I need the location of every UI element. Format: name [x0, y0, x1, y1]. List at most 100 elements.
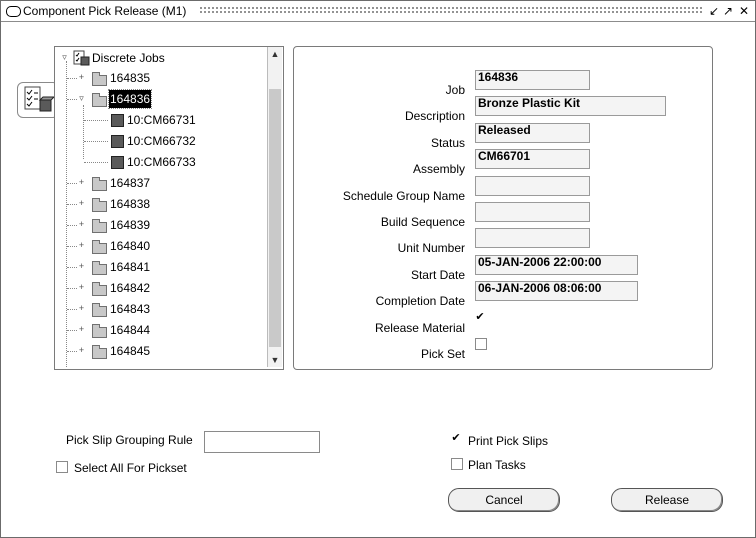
folder-icon	[92, 219, 107, 233]
plan-tasks-checkbox[interactable]	[451, 458, 463, 470]
select-all-checkbox[interactable]	[56, 461, 68, 473]
folder-icon	[92, 72, 107, 86]
cube-icon	[111, 114, 124, 127]
release-material-label: Release Material	[374, 321, 465, 335]
start-date-field[interactable]: 05-JAN-2006 22:00:00	[475, 255, 638, 275]
status-field[interactable]: Released	[475, 123, 590, 143]
expand-icon[interactable]: +	[78, 283, 85, 292]
minimize-icon[interactable]: ↙	[709, 4, 719, 18]
tree-item-label: 164843	[110, 302, 151, 316]
job-label: Job	[445, 83, 465, 97]
tree-item-label: 164840	[110, 239, 151, 253]
schedule-group-field[interactable]	[475, 176, 590, 196]
tree-item-164838[interactable]: + 164838	[55, 195, 275, 213]
tree-item-label-selected: 164836	[107, 89, 153, 109]
completion-date-label: Completion Date	[375, 294, 465, 308]
scroll-down-icon[interactable]: ▼	[268, 353, 282, 367]
description-label: Description	[404, 109, 465, 123]
tree-connector	[67, 78, 77, 79]
tree-connector	[84, 141, 108, 142]
expand-icon[interactable]: +	[78, 304, 85, 313]
folder-icon	[92, 240, 107, 254]
expand-icon[interactable]: +	[78, 262, 85, 271]
tree-item-164845[interactable]: + 164845	[55, 342, 275, 360]
tree-item-label: 164842	[110, 281, 151, 295]
expand-icon[interactable]: +	[78, 241, 85, 250]
pick-set-checkbox[interactable]	[475, 338, 487, 350]
print-pick-slips-label[interactable]: Print Pick Slips	[468, 434, 548, 448]
release-material-checkbox[interactable]: ✔	[475, 312, 485, 323]
cancel-button[interactable]: Cancel	[448, 488, 560, 512]
scroll-up-icon[interactable]: ▲	[268, 47, 282, 61]
tree-connector	[67, 99, 77, 100]
tree-item-10-cm66732[interactable]: 10:CM66732	[55, 132, 275, 150]
expand-icon[interactable]: +	[78, 346, 85, 355]
tree-item-164836[interactable]: ▿ 164836	[55, 89, 275, 109]
tree-item-164842[interactable]: + 164842	[55, 279, 275, 297]
scroll-thumb[interactable]	[269, 89, 281, 347]
tree-connector	[67, 309, 77, 310]
tree-item-164839[interactable]: + 164839	[55, 216, 275, 234]
folder-icon	[92, 345, 107, 359]
completion-date-field[interactable]: 06-JAN-2006 08:06:00	[475, 281, 638, 301]
checklist-icon	[24, 86, 56, 112]
tree-item-label: 10:CM66732	[127, 134, 196, 148]
folder-icon	[92, 177, 107, 191]
build-sequence-field[interactable]	[475, 202, 590, 222]
tree-item-164840[interactable]: + 164840	[55, 237, 275, 255]
tree-scrollbar[interactable]: ▲ ▼	[267, 47, 282, 367]
tree-item-164837[interactable]: + 164837	[55, 174, 275, 192]
cube-icon	[111, 156, 124, 169]
tree-item-label: 10:CM66733	[127, 155, 196, 169]
select-all-label[interactable]: Select All For Pickset	[74, 461, 187, 475]
tree-item-164841[interactable]: + 164841	[55, 258, 275, 276]
close-icon[interactable]: ✕	[739, 4, 749, 18]
tree-connector	[67, 225, 77, 226]
tree-root-label: Discrete Jobs	[92, 51, 165, 65]
assembly-field[interactable]: CM66701	[475, 149, 590, 169]
tree-connector	[67, 288, 77, 289]
unit-number-field[interactable]	[475, 228, 590, 248]
maximize-icon[interactable]: ↗	[723, 4, 733, 18]
expand-icon[interactable]: +	[78, 178, 85, 187]
plan-tasks-label[interactable]: Plan Tasks	[468, 458, 526, 472]
title-bar-pattern	[199, 6, 703, 15]
expand-icon[interactable]: +	[78, 220, 85, 229]
folder-icon	[92, 261, 107, 275]
tree-connector	[84, 162, 108, 163]
description-field[interactable]: Bronze Plastic Kit	[475, 96, 666, 116]
tree-connector	[84, 120, 108, 121]
unit-number-label: Unit Number	[397, 241, 465, 255]
job-field[interactable]: 164836	[475, 70, 590, 90]
tree-connector	[67, 351, 77, 352]
checklist-icon	[73, 50, 90, 66]
expand-icon[interactable]: +	[78, 73, 85, 82]
status-label: Status	[430, 136, 465, 150]
checklist-toolbar-button[interactable]	[17, 82, 59, 118]
assembly-label: Assembly	[412, 162, 465, 176]
tree-item-164835[interactable]: + 164835	[55, 69, 275, 87]
tree-connector	[67, 246, 77, 247]
jobs-tree[interactable]: ▿ Discrete Jobs + 164835 ▿ 164836 10:CM6…	[54, 46, 284, 370]
tree-item-164843[interactable]: + 164843	[55, 300, 275, 318]
build-sequence-label: Build Sequence	[380, 215, 465, 229]
tree-item-10-cm66733[interactable]: 10:CM66733	[55, 153, 275, 171]
expand-icon[interactable]: +	[78, 325, 85, 334]
expand-icon[interactable]: +	[78, 199, 85, 208]
grouping-rule-input[interactable]	[204, 431, 320, 453]
release-button[interactable]: Release	[611, 488, 723, 512]
window-icon[interactable]	[6, 6, 21, 17]
tree-item-label: 164841	[110, 260, 151, 274]
tree-item-label: 164837	[110, 176, 151, 190]
schedule-group-label: Schedule Group Name	[342, 189, 465, 203]
collapse-icon[interactable]: ▿	[61, 53, 68, 62]
tree-root-discrete-jobs[interactable]: ▿ Discrete Jobs	[59, 49, 279, 67]
tree-item-164844[interactable]: + 164844	[55, 321, 275, 339]
collapse-icon[interactable]: ▿	[78, 94, 85, 103]
print-pick-slips-checkbox[interactable]: ✔	[451, 433, 461, 444]
tree-item-label: 164838	[110, 197, 151, 211]
tree-item-label: 164845	[110, 344, 151, 358]
tree-item-10-cm66731[interactable]: 10:CM66731	[55, 111, 275, 129]
title-bar[interactable]: Component Pick Release (M1) ↙ ↗ ✕	[1, 1, 755, 22]
pick-set-label: Pick Set	[420, 347, 465, 361]
